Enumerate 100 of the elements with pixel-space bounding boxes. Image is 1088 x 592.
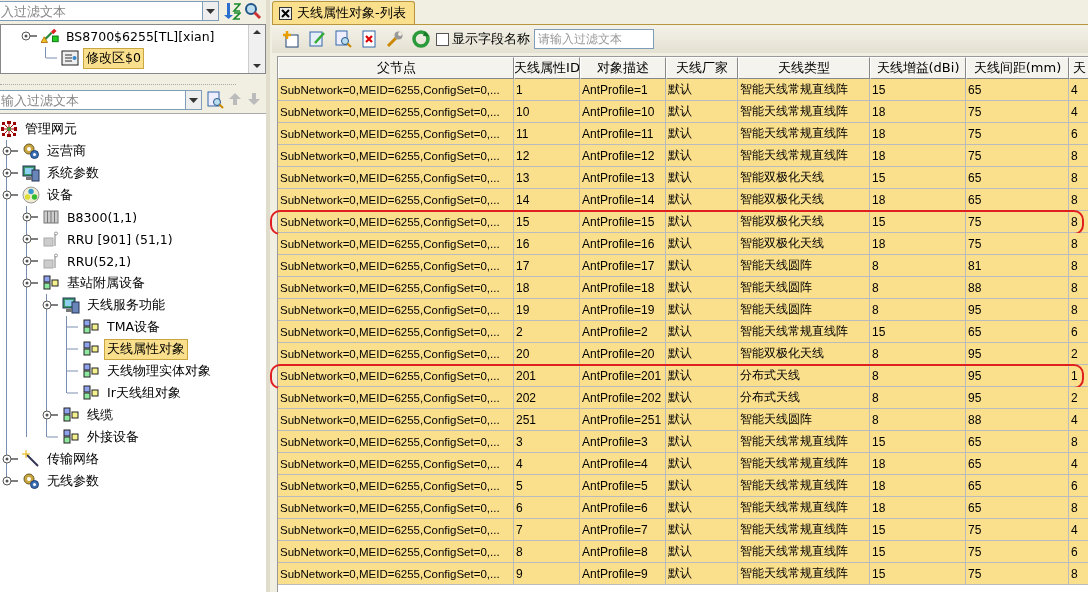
column-header[interactable]: 天 <box>1069 57 1088 79</box>
tree-item[interactable]: 天线物理实体对象 <box>104 360 214 382</box>
table-cell: 默认 <box>666 101 738 123</box>
filter-field[interactable]: 入过滤文本 <box>0 1 202 21</box>
filter-field[interactable]: 请输入过滤文本 <box>534 29 654 49</box>
dropdown-arrow-icon[interactable] <box>206 8 215 14</box>
column-header[interactable]: 对象描述 <box>580 57 666 79</box>
table-cell: 智能双极化天线 <box>738 189 870 211</box>
show-field-names-checkbox[interactable]: 显示字段名称 <box>436 30 530 48</box>
edit-icon[interactable] <box>308 30 326 48</box>
table-cell: 默认 <box>666 233 738 255</box>
filter-field[interactable]: 输入过滤文本 <box>0 90 185 110</box>
tree-item[interactable]: RRU(52,1) <box>64 251 135 271</box>
tree-item[interactable]: 传输网络 <box>44 448 102 470</box>
table-cell: AntProfile=1 <box>580 79 666 101</box>
table-cell: AntProfile=2 <box>580 321 666 343</box>
table-cell: SubNetwork=0,MEID=6255,ConfigSet=0,... <box>278 189 514 211</box>
table-cell: 11 <box>514 123 580 145</box>
table-cell: 2 <box>1069 343 1088 365</box>
document-search-icon[interactable] <box>334 30 352 48</box>
delete-icon[interactable] <box>360 30 378 48</box>
table-cell: SubNetwork=0,MEID=6255,ConfigSet=0,... <box>278 497 514 519</box>
table-cell: AntProfile=16 <box>580 233 666 255</box>
table-cell: 6 <box>514 497 580 519</box>
column-header[interactable]: 天线间距(mm) <box>966 57 1069 79</box>
table-cell: AntProfile=251 <box>580 409 666 431</box>
tree-item[interactable]: 天线属性对象 <box>104 338 188 360</box>
expander-icon[interactable] <box>22 255 38 267</box>
dropdown-button[interactable] <box>185 90 202 110</box>
tree-item[interactable]: 修改区$0 <box>83 47 144 69</box>
blocks-icon <box>43 275 59 291</box>
table-cell: 8 <box>1069 431 1088 453</box>
table-cell: 智能天线圆阵 <box>738 409 870 431</box>
refresh-icon[interactable] <box>412 30 430 48</box>
expander-icon[interactable] <box>42 409 58 421</box>
expander-icon[interactable] <box>2 145 18 157</box>
table-cell: AntProfile=12 <box>580 145 666 167</box>
tree-item[interactable]: BS8700$6255[TL][xian] <box>63 26 218 46</box>
tree-item[interactable]: 系统参数 <box>44 162 102 184</box>
tree-item[interactable]: 线缆 <box>84 404 116 426</box>
tree-item[interactable]: B8300(1,1) <box>64 207 141 227</box>
tree-item[interactable]: 运营商 <box>44 140 89 162</box>
table-cell: 4 <box>1069 409 1088 431</box>
column-header[interactable]: 天线增益(dBi) <box>870 57 966 79</box>
expander-icon[interactable] <box>2 167 18 179</box>
expander-icon[interactable] <box>22 233 38 245</box>
table-cell: 18 <box>870 233 966 255</box>
sort-icon[interactable] <box>223 2 241 20</box>
dropdown-button[interactable] <box>202 1 219 21</box>
column-header[interactable]: 天线厂家 <box>666 57 738 79</box>
scrollbar[interactable] <box>248 25 265 73</box>
tab[interactable]: 天线属性对象-列表 <box>272 1 415 24</box>
table-cell: SubNetwork=0,MEID=6255,ConfigSet=0,... <box>278 453 514 475</box>
tree-item[interactable]: 外接设备 <box>84 426 142 448</box>
table-cell: 4 <box>1069 101 1088 123</box>
table-cell: 默认 <box>666 541 738 563</box>
table-cell: 分布式天线 <box>738 387 870 409</box>
table-cell: SubNetwork=0,MEID=6255,ConfigSet=0,... <box>278 233 514 255</box>
checkbox[interactable] <box>436 32 449 46</box>
column-header[interactable]: 天线类型 <box>738 57 870 79</box>
table-cell: 202 <box>514 387 580 409</box>
expander-icon[interactable] <box>22 277 38 289</box>
expander-icon[interactable] <box>2 475 18 487</box>
table-cell: 75 <box>966 519 1069 541</box>
expander-icon[interactable] <box>2 189 18 201</box>
tree-item[interactable]: Ir天线组对象 <box>104 382 184 404</box>
table-cell: SubNetwork=0,MEID=6255,ConfigSet=0,... <box>278 277 514 299</box>
expander-icon[interactable] <box>42 299 58 311</box>
table-cell: 智能天线常规直线阵 <box>738 321 870 343</box>
table-cell: 智能天线常规直线阵 <box>738 123 870 145</box>
column-header[interactable]: 天线属性ID <box>514 57 580 79</box>
table-cell: 智能天线常规直线阵 <box>738 541 870 563</box>
tree-item[interactable]: RRU [901] (51,1) <box>64 229 176 249</box>
table-cell: 智能天线圆阵 <box>738 255 870 277</box>
tree-item[interactable]: TMA设备 <box>104 316 163 338</box>
tree-item[interactable]: 无线参数 <box>44 470 102 492</box>
tree-item[interactable]: 天线服务功能 <box>84 294 168 316</box>
table-cell: SubNetwork=0,MEID=6255,ConfigSet=0,... <box>278 167 514 189</box>
table-cell: 默认 <box>666 189 738 211</box>
tree-item[interactable]: 基站附属设备 <box>64 272 148 294</box>
expander-icon[interactable] <box>2 453 18 465</box>
expander-icon[interactable] <box>21 30 37 42</box>
table-cell: 95 <box>966 343 1069 365</box>
blocks-icon <box>83 363 99 379</box>
close-icon[interactable] <box>279 6 292 20</box>
table-cell: 15 <box>514 211 580 233</box>
tree-item[interactable]: 管理网元 <box>22 118 80 140</box>
dropdown-arrow-icon[interactable] <box>189 97 198 103</box>
document-search-icon[interactable] <box>206 91 224 109</box>
table-cell: SubNetwork=0,MEID=6255,ConfigSet=0,... <box>278 145 514 167</box>
column-header[interactable]: 父节点 <box>278 57 514 79</box>
search-icon[interactable] <box>244 2 262 20</box>
table-cell: AntProfile=15 <box>580 211 666 233</box>
table-cell: 8 <box>870 299 966 321</box>
tree-item[interactable]: 设备 <box>44 184 76 206</box>
wrench-icon[interactable] <box>386 30 404 48</box>
add-icon[interactable] <box>282 30 300 48</box>
blocks-icon <box>83 385 99 401</box>
table-cell: 智能天线常规直线阵 <box>738 101 870 123</box>
expander-icon[interactable] <box>22 211 38 223</box>
